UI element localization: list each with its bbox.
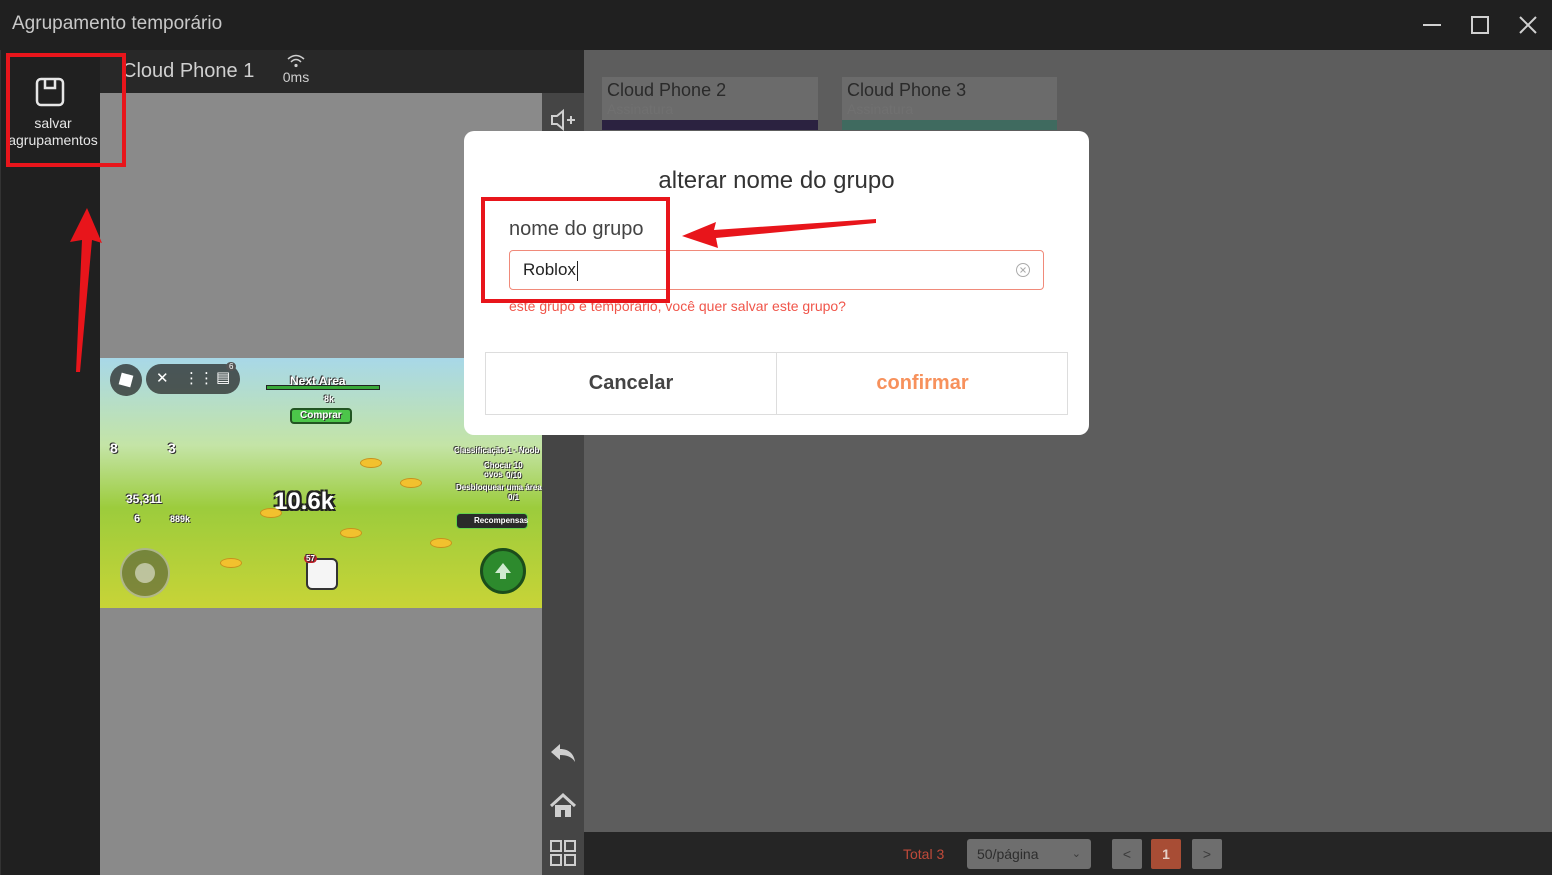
quest-3-progress: 0/1 xyxy=(508,493,520,502)
total-count: Total 3 xyxy=(903,846,945,862)
app-window: Agrupamento temporário salvar agrupament… xyxy=(0,0,1552,875)
pagination-bar: Total 3 50/página ⌄ < 1 > xyxy=(584,832,1552,875)
coin xyxy=(340,528,362,538)
close-game-icon[interactable]: ✕ xyxy=(156,369,169,387)
page-size-select[interactable]: 50/página ⌄ xyxy=(967,839,1091,869)
coin xyxy=(260,508,282,518)
rewards-label: Recompensas xyxy=(474,516,529,525)
close-button[interactable] xyxy=(1511,8,1545,42)
cloud-phone-1-header: Cloud Phone 1 0ms xyxy=(100,50,584,93)
cloud-phone-3-name: Cloud Phone 3 xyxy=(847,80,967,100)
coins-total: 10.6k xyxy=(274,488,335,515)
cloud-phone-3-subtitle: Assinatura xyxy=(847,101,914,117)
window-title: Agrupamento temporário xyxy=(12,13,223,34)
left-sidebar xyxy=(0,50,100,875)
cloud-phone-2-name: Cloud Phone 2 xyxy=(607,80,727,100)
quest-1: Classificação 1 - Noob xyxy=(454,446,540,455)
cancel-button[interactable]: Cancelar xyxy=(486,353,777,414)
inventory-badge: 57 xyxy=(304,554,317,563)
next-page-button[interactable]: > xyxy=(1192,839,1222,869)
latency-value: 0ms xyxy=(282,69,310,85)
annotation-box-field xyxy=(481,197,670,303)
game-controls-pill[interactable]: ✕ ⋮⋮ ▤ 6 xyxy=(146,362,240,394)
coin xyxy=(430,538,452,548)
annotation-box-save xyxy=(6,53,126,167)
clear-input-icon[interactable] xyxy=(1015,262,1031,278)
gold-count: 889k xyxy=(170,514,191,524)
stat-left-1: 8 xyxy=(110,440,118,456)
maximize-button[interactable] xyxy=(1463,8,1497,42)
prev-page-button[interactable]: < xyxy=(1112,839,1142,869)
thumb-preview xyxy=(602,120,818,130)
jump-button[interactable] xyxy=(480,548,526,594)
roblox-menu-icon[interactable] xyxy=(110,364,142,396)
dialog-title: alterar nome do grupo xyxy=(658,167,895,194)
maximize-icon xyxy=(1471,16,1489,34)
back-icon[interactable] xyxy=(548,738,578,768)
chat-badge: 6 xyxy=(226,362,237,371)
network-status: 0ms xyxy=(276,54,316,85)
grid-icon[interactable]: ⋮⋮ xyxy=(184,369,214,387)
cloud-phone-1-name: Cloud Phone 1 xyxy=(122,60,255,82)
rewards-button[interactable]: Recompensas xyxy=(456,513,528,529)
coin xyxy=(360,458,382,468)
arrow-up-icon xyxy=(495,563,511,579)
quest-3: Desbloquear uma área xyxy=(456,483,542,492)
multitask-icon[interactable] xyxy=(548,838,578,868)
dialog-buttons: Cancelar confirmar xyxy=(485,352,1068,415)
coin xyxy=(220,558,242,568)
cloud-phone-2-card[interactable]: Cloud Phone 2 Assinatura xyxy=(602,77,818,130)
buy-button-label: Comprar xyxy=(300,410,342,421)
item-count: 6 xyxy=(134,513,141,525)
area-progress-bar xyxy=(266,385,380,390)
area-price: 8k xyxy=(324,394,335,404)
joystick[interactable] xyxy=(120,548,170,598)
thumb-preview xyxy=(842,120,1057,130)
cloud-phone-3-card[interactable]: Cloud Phone 3 Assinatura xyxy=(842,77,1057,130)
page-size-value: 50/página xyxy=(977,846,1039,862)
quest-2-progress: 0/10 xyxy=(506,471,522,480)
confirm-button[interactable]: confirmar xyxy=(777,353,1068,414)
close-icon xyxy=(1519,16,1537,34)
home-icon[interactable] xyxy=(548,791,578,821)
minimize-icon xyxy=(1423,24,1441,26)
cloud-phone-2-subtitle: Assinatura xyxy=(607,101,674,117)
stat-left-2: 3 xyxy=(168,440,176,456)
minimize-button[interactable] xyxy=(1415,8,1449,42)
diamonds-count: 35,311 xyxy=(126,492,163,506)
title-bar: Agrupamento temporário xyxy=(0,0,1552,50)
chevron-down-icon: ⌄ xyxy=(1071,848,1081,860)
buy-button[interactable]: Comprar xyxy=(290,408,352,424)
current-page[interactable]: 1 xyxy=(1151,839,1181,869)
wifi-icon xyxy=(287,54,305,68)
coin xyxy=(400,478,422,488)
